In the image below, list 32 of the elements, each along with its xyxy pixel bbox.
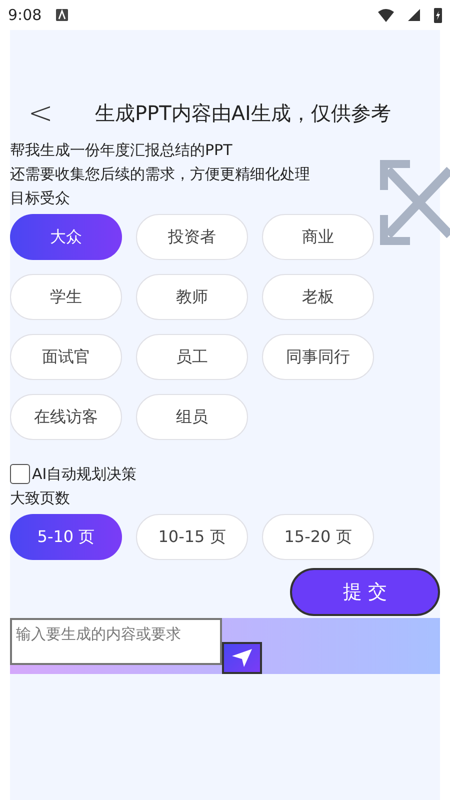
expand-arrows-icon (380, 160, 450, 245)
page-title: 生成PPT内容由AI生成，仅供参考 (95, 100, 391, 126)
audience-option[interactable]: 组员 (136, 394, 248, 440)
audience-option[interactable]: 面试官 (10, 334, 122, 380)
audience-option[interactable]: 大众 (10, 214, 122, 260)
send-button[interactable] (222, 642, 262, 674)
back-button[interactable]: < (10, 96, 70, 130)
battery-icon (434, 7, 442, 23)
paper-plane-icon (232, 649, 252, 667)
audience-option[interactable]: 商业 (262, 214, 374, 260)
intro-text: 帮我生成一份年度汇报总结的PPT (10, 140, 234, 161)
audience-option[interactable]: 员工 (136, 334, 248, 380)
status-time: 9:08 (8, 6, 42, 24)
prompt-field[interactable]: 输入要生成的内容或要求 (10, 618, 222, 665)
page-count-option[interactable]: 10-15 页 (136, 514, 248, 560)
audience-option[interactable]: 学生 (10, 274, 122, 320)
page-count-option[interactable]: 15-20 页 (262, 514, 374, 560)
intro-text: 还需要收集您后续的需求，方便更精细化处理 (10, 164, 311, 185)
signal-icon (408, 9, 420, 21)
section-label: 目标受众 (10, 188, 71, 209)
audience-option[interactable]: 教师 (136, 274, 248, 320)
audience-option[interactable]: 投资者 (136, 214, 248, 260)
page-count-option[interactable]: 5-10 页 (10, 514, 122, 560)
wifi-icon (378, 8, 394, 22)
notification-icon (56, 9, 68, 21)
submit-button[interactable]: 提 交 (290, 568, 440, 616)
audience-option[interactable]: 在线访客 (10, 394, 122, 440)
audience-option[interactable]: 老板 (262, 274, 374, 320)
audience-option[interactable]: 同事同行 (262, 334, 374, 380)
checkbox[interactable] (10, 464, 30, 484)
checkbox-label: AI自动规划决策 (32, 464, 137, 485)
section-label: 大致页数 (10, 488, 71, 509)
